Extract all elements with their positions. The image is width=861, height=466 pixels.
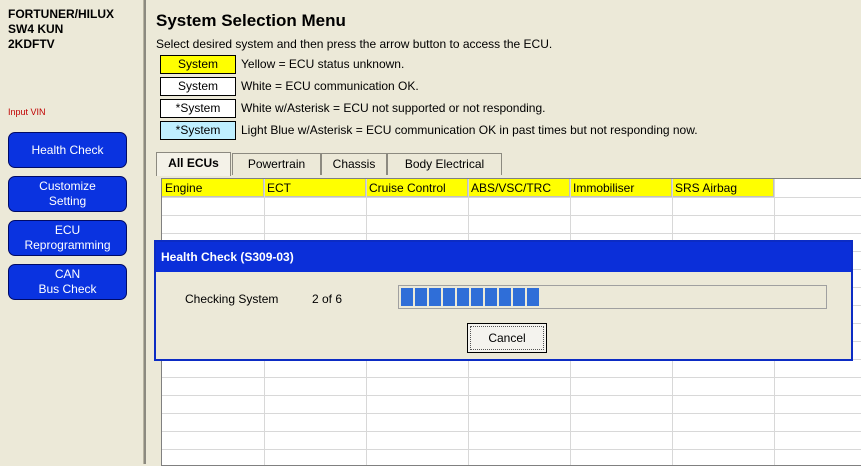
- legend-text-lightblue-asterisk: Light Blue w/Asterisk = ECU communicatio…: [241, 123, 698, 137]
- grid-row-line: [162, 395, 861, 396]
- progress-segment: [499, 288, 511, 306]
- progress-bar: [398, 285, 827, 309]
- vehicle-model: FORTUNER/HILUX: [8, 7, 114, 21]
- grid-row-line: [162, 431, 861, 432]
- tab-all-ecus[interactable]: All ECUs: [156, 152, 231, 176]
- page-title: System Selection Menu: [156, 11, 346, 30]
- progress-segment: [485, 288, 497, 306]
- grid-cell-ect[interactable]: ECT: [264, 179, 366, 197]
- grid-row-line: [162, 449, 861, 450]
- legend-swatch-white-asterisk: *System: [160, 99, 236, 118]
- dialog-title: Health Check (S309-03): [161, 250, 294, 264]
- customize-setting-label: Customize Setting: [39, 179, 96, 208]
- progress-segment: [415, 288, 427, 306]
- progress-segment: [513, 288, 525, 306]
- vehicle-engine: 2KDFTV: [8, 37, 55, 51]
- customize-setting-button[interactable]: Customize Setting: [8, 176, 127, 212]
- progress-segment: [457, 288, 469, 306]
- sidebar: FORTUNER/HILUX SW4 KUN 2KDFTV Input VIN …: [0, 0, 144, 464]
- grid-row-line: [162, 215, 861, 216]
- legend-swatch-yellow: System: [160, 55, 236, 74]
- grid-row-line: [162, 197, 861, 198]
- legend-text-white: White = ECU communication OK.: [241, 79, 419, 93]
- health-check-dialog: Health Check (S309-03) Checking System 2…: [154, 240, 853, 361]
- legend-swatch-white: System: [160, 77, 236, 96]
- progress-segment: [429, 288, 441, 306]
- progress-segment: [527, 288, 539, 306]
- grid-cell-engine[interactable]: Engine: [162, 179, 264, 197]
- grid-cell-immobiliser[interactable]: Immobiliser: [570, 179, 672, 197]
- progress-segment: [443, 288, 455, 306]
- tab-body-electrical[interactable]: Body Electrical: [387, 153, 502, 175]
- checking-label: Checking System: [185, 292, 279, 306]
- grid-cell-cruise-control[interactable]: Cruise Control: [366, 179, 468, 197]
- main-panel: System Selection Menu Select desired sys…: [146, 0, 861, 466]
- instruction-text: Select desired system and then press the…: [156, 37, 553, 51]
- grid-cell-abs-vsc-trc[interactable]: ABS/VSC/TRC: [468, 179, 570, 197]
- grid-row-line: [162, 233, 861, 234]
- tab-chassis[interactable]: Chassis: [321, 153, 387, 175]
- legend-text-yellow: Yellow = ECU status unknown.: [241, 57, 405, 71]
- cancel-button[interactable]: Cancel: [467, 323, 547, 353]
- grid-row-line: [162, 413, 861, 414]
- progress-count: 2 of 6: [312, 292, 343, 306]
- tab-powertrain[interactable]: Powertrain: [232, 153, 321, 175]
- health-check-button[interactable]: Health Check: [8, 132, 127, 168]
- can-bus-check-button[interactable]: CAN Bus Check: [8, 264, 127, 300]
- dialog-titlebar[interactable]: Health Check (S309-03): [156, 242, 851, 272]
- grid-cell-srs-airbag[interactable]: SRS Airbag: [672, 179, 774, 197]
- vehicle-grade: SW4 KUN: [8, 22, 64, 36]
- progress-segment: [471, 288, 483, 306]
- ecu-reprogramming-button[interactable]: ECU Reprogramming: [8, 220, 127, 256]
- can-bus-check-label: CAN Bus Check: [38, 267, 97, 296]
- legend-swatch-lightblue-asterisk: *System: [160, 121, 236, 140]
- grid-row-line: [162, 377, 861, 378]
- input-vin-link[interactable]: Input VIN: [8, 107, 46, 117]
- ecu-reprogramming-label: ECU Reprogramming: [24, 223, 111, 252]
- health-check-label: Health Check: [31, 142, 104, 157]
- progress-segment: [401, 288, 413, 306]
- legend-text-white-asterisk: White w/Asterisk = ECU not supported or …: [241, 101, 546, 115]
